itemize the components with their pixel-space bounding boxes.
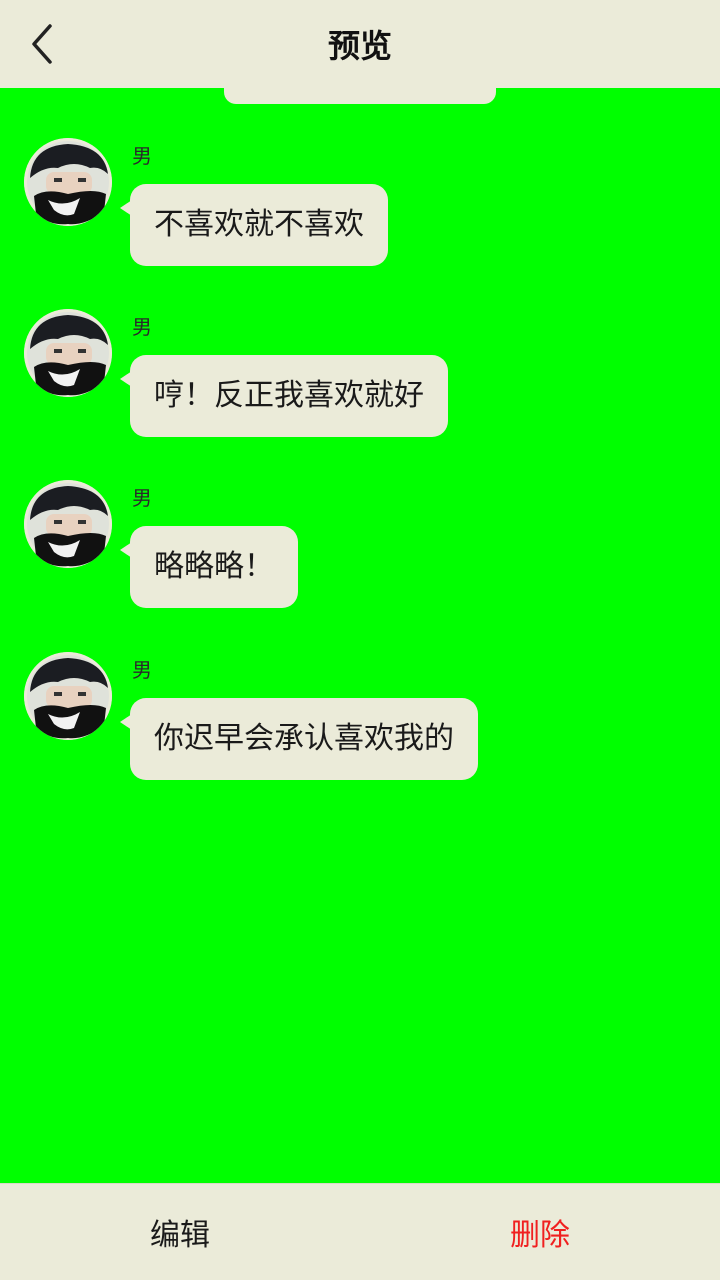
chat-preview-area: 男 不喜欢就不喜欢 男 哼！反正我喜欢就好 男 略略略！ 男 你迟早会承认喜欢我… — [0, 88, 720, 1184]
chat-message: 男 略略略！ — [0, 480, 720, 640]
sender-name: 男 — [132, 486, 152, 510]
avatar[interactable] — [24, 480, 112, 568]
previous-message-bubble — [224, 88, 496, 104]
message-bubble[interactable]: 你迟早会承认喜欢我的 — [120, 698, 478, 780]
bottom-action-bar: 编辑 删除 — [0, 1183, 720, 1280]
sender-name: 男 — [132, 315, 152, 339]
chat-message: 男 你迟早会承认喜欢我的 — [0, 652, 720, 812]
avatar-image — [24, 480, 112, 568]
sender-name: 男 — [132, 658, 152, 682]
page-title: 预览 — [327, 27, 392, 65]
message-bubble[interactable]: 哼！反正我喜欢就好 — [120, 355, 448, 437]
avatar-image — [24, 652, 112, 740]
avatar[interactable] — [24, 138, 112, 226]
chat-message: 男 哼！反正我喜欢就好 — [0, 309, 720, 469]
avatar[interactable] — [24, 309, 112, 397]
avatar-image — [24, 309, 112, 397]
message-bubble[interactable]: 略略略！ — [120, 526, 298, 608]
message-bubble[interactable]: 不喜欢就不喜欢 — [120, 184, 388, 266]
edit-button[interactable]: 编辑 — [0, 1184, 360, 1280]
top-bar: 预览 — [0, 0, 720, 88]
sender-name: 男 — [132, 144, 152, 168]
avatar[interactable] — [24, 652, 112, 740]
chat-message: 男 不喜欢就不喜欢 — [0, 138, 720, 298]
delete-button[interactable]: 删除 — [360, 1184, 720, 1280]
avatar-image — [24, 138, 112, 226]
